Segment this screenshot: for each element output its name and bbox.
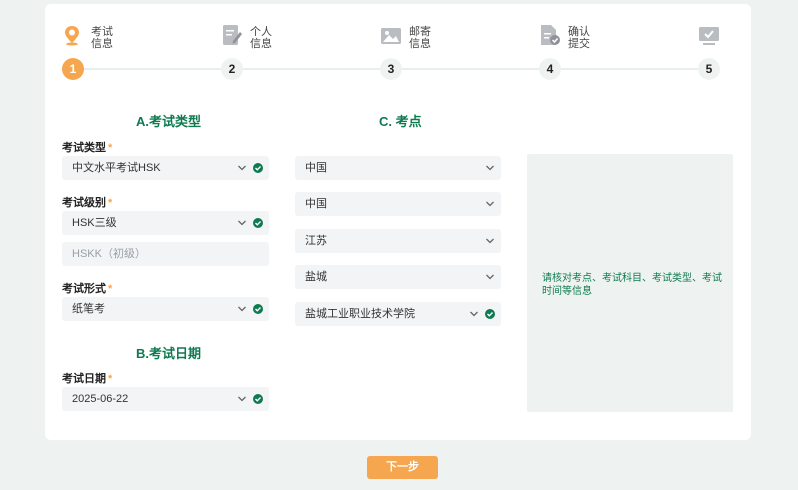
step-4-circle[interactable]: 4 — [539, 58, 561, 80]
check-circle-icon — [253, 163, 263, 173]
exam-date-select[interactable]: 2025-06-22 — [62, 387, 269, 411]
edit-document-icon — [221, 24, 243, 46]
step-connector — [560, 68, 700, 70]
test-center-country-select[interactable]: 中国 — [295, 156, 501, 180]
step-3-label-line2: 信息 — [409, 38, 431, 50]
test-center-region-select[interactable]: 中国 — [295, 192, 501, 216]
section-c-title: C. 考点 — [379, 114, 422, 129]
chevron-down-icon — [469, 302, 479, 326]
step-4-label-line2: 提交 — [568, 38, 590, 50]
test-center-province-select[interactable]: 江苏 — [295, 229, 501, 253]
step-3-label-line1: 邮寄 — [409, 26, 431, 38]
exam-level-label: 考试级别 * — [62, 194, 112, 210]
exam-level-label-text: 考试级别 — [62, 197, 106, 209]
hskk-level-select[interactable]: HSKK（初级） — [62, 242, 269, 266]
exam-date-label: 考试日期 * — [62, 370, 112, 386]
step-5-circle[interactable]: 5 — [698, 58, 720, 80]
step-2-circle[interactable]: 2 — [221, 58, 243, 80]
site-value: 盐城工业职业技术学院 — [305, 308, 415, 320]
step-1-label: 考试 信息 — [91, 26, 113, 50]
chevron-down-icon — [485, 192, 495, 216]
map-pin-icon — [61, 24, 83, 46]
section-a-title: A.考试类型 — [136, 114, 202, 129]
monitor-check-icon — [698, 25, 720, 47]
test-center-city-select[interactable]: 盐城 — [295, 265, 501, 289]
step-3-circle[interactable]: 3 — [380, 58, 402, 80]
step-4-label: 确认 提交 — [568, 26, 590, 50]
check-circle-icon — [253, 394, 263, 404]
check-circle-icon — [253, 218, 263, 228]
exam-type-label-text: 考试类型 — [62, 142, 106, 154]
chevron-down-icon — [485, 265, 495, 289]
step-2-label-line2: 信息 — [250, 38, 272, 50]
required-mark: * — [108, 142, 113, 154]
exam-type-value: 中文水平考试HSK — [72, 162, 161, 174]
document-check-icon — [539, 24, 561, 46]
exam-date-label-text: 考试日期 — [62, 373, 106, 385]
chevron-down-icon — [485, 229, 495, 253]
chevron-down-icon — [237, 297, 247, 321]
next-step-button[interactable]: 下一步 — [367, 456, 438, 479]
chevron-down-icon — [237, 211, 247, 235]
step-1-label-line1: 考试 — [91, 26, 113, 38]
chevron-down-icon — [237, 387, 247, 411]
step-1-circle[interactable]: 1 — [62, 58, 84, 80]
exam-form-label-text: 考试形式 — [62, 283, 106, 295]
required-mark: * — [108, 283, 113, 295]
exam-form-value: 纸笔考 — [72, 303, 105, 315]
exam-level-value: HSK三级 — [72, 217, 117, 229]
step-1-label-line2: 信息 — [91, 38, 113, 50]
step-connector — [401, 68, 541, 70]
chevron-down-icon — [237, 156, 247, 180]
region-value: 中国 — [305, 198, 327, 210]
step-2-label: 个人 信息 — [250, 26, 272, 50]
test-center-site-select[interactable]: 盐城工业职业技术学院 — [295, 302, 501, 326]
required-mark: * — [108, 197, 113, 209]
step-2-label-line1: 个人 — [250, 26, 272, 38]
exam-type-select[interactable]: 中文水平考试HSK — [62, 156, 269, 180]
exam-type-label: 考试类型 * — [62, 139, 112, 155]
exam-form-select[interactable]: 纸笔考 — [62, 297, 269, 321]
step-connector — [242, 68, 382, 70]
city-value: 盐城 — [305, 271, 327, 283]
section-b-title: B.考试日期 — [136, 346, 202, 361]
province-value: 江苏 — [305, 235, 327, 247]
step-connector — [83, 68, 223, 70]
required-mark: * — [108, 373, 113, 385]
exam-date-value: 2025-06-22 — [72, 393, 129, 405]
step-4-label-line1: 确认 — [568, 26, 590, 38]
image-icon — [380, 25, 402, 47]
exam-level-select[interactable]: HSK三级 — [62, 211, 269, 235]
exam-form-label: 考试形式 * — [62, 280, 112, 296]
check-circle-icon — [253, 304, 263, 314]
check-circle-icon — [485, 309, 495, 319]
step-3-label: 邮寄 信息 — [409, 26, 431, 50]
country-value: 中国 — [305, 162, 327, 174]
chevron-down-icon — [485, 156, 495, 180]
confirmation-hint-text: 请核对考点、考试科目、考试类型、考试时间等信息 — [542, 273, 722, 297]
